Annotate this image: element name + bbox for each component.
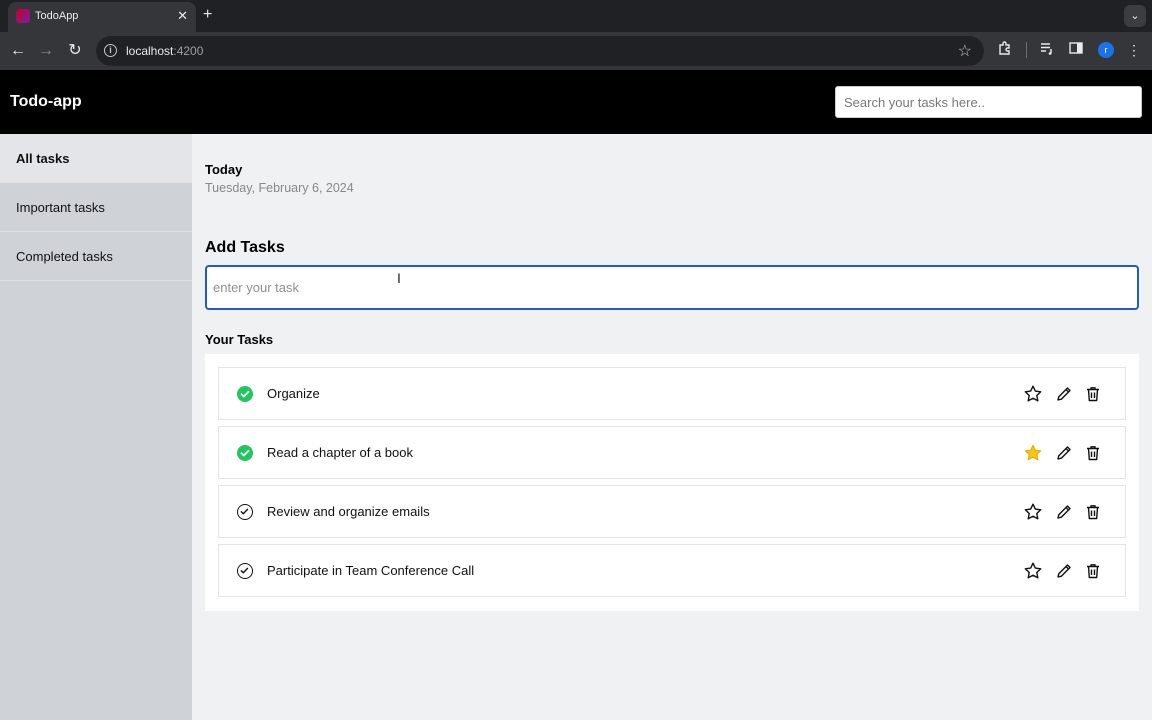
star-icon[interactable] <box>1023 561 1043 581</box>
new-tab-icon[interactable]: + <box>203 6 212 24</box>
edit-pencil-icon[interactable] <box>1054 502 1074 522</box>
edit-pencil-icon[interactable] <box>1054 561 1074 581</box>
tab-search-chevron-icon[interactable]: ⌄ <box>1124 5 1146 27</box>
task-text: Participate in Team Conference Call <box>267 563 475 578</box>
task-row: Read a chapter of a book <box>218 426 1126 479</box>
sidebar-item-all-tasks[interactable]: All tasks <box>0 134 192 183</box>
completed-check-icon[interactable] <box>237 386 253 402</box>
trash-icon[interactable] <box>1083 561 1103 581</box>
edit-pencil-icon[interactable] <box>1054 384 1074 404</box>
task-row: Participate in Team Conference Call <box>218 544 1126 597</box>
current-date: Tuesday, February 6, 2024 <box>205 181 354 195</box>
search-input[interactable] <box>835 86 1142 118</box>
back-arrow-icon[interactable]: ← <box>7 40 29 62</box>
completed-check-icon[interactable] <box>237 445 253 461</box>
browser-tab-strip: TodoApp ✕ + ⌄ <box>0 0 1152 32</box>
app-header: Todo-app <box>0 70 1152 134</box>
app-brand[interactable]: Todo-app <box>10 93 82 111</box>
trash-icon[interactable] <box>1083 384 1103 404</box>
address-bar[interactable]: i localhost:4200 ☆ <box>96 36 984 66</box>
incomplete-check-icon[interactable] <box>237 563 253 579</box>
task-row: Review and organize emails <box>218 485 1126 538</box>
your-tasks-heading: Your Tasks <box>205 332 274 347</box>
today-heading: Today <box>205 162 243 177</box>
edit-pencil-icon[interactable] <box>1054 443 1074 463</box>
extensions-puzzle-icon[interactable] <box>995 40 1015 60</box>
profile-avatar[interactable]: r <box>1098 42 1114 58</box>
main-content: Today Tuesday, February 6, 2024 Add Task… <box>192 134 1152 720</box>
media-queue-icon[interactable] <box>1037 40 1057 60</box>
trash-icon[interactable] <box>1083 502 1103 522</box>
new-task-input[interactable] <box>205 265 1139 310</box>
task-text: Review and organize emails <box>267 504 430 519</box>
star-filled-icon[interactable] <box>1023 443 1043 463</box>
url-text: localhost:4200 <box>126 44 204 58</box>
browser-tab[interactable]: TodoApp ✕ <box>8 2 196 32</box>
text-cursor-icon: I <box>397 270 401 286</box>
task-text: Read a chapter of a book <box>267 445 413 460</box>
reload-icon[interactable]: ↻ <box>64 40 86 62</box>
browser-toolbar: ← → ↻ i localhost:4200 ☆ ⋮ <box>0 32 1152 70</box>
sidebar: All tasks Important tasks Completed task… <box>0 134 192 720</box>
angular-favicon-icon <box>16 9 30 23</box>
trash-icon[interactable] <box>1083 443 1103 463</box>
task-row: Organize <box>218 367 1126 420</box>
toolbar-divider <box>1026 42 1027 58</box>
task-list: Organize Read a chapter of a book Review… <box>205 354 1139 611</box>
side-panel-icon[interactable] <box>1066 40 1086 60</box>
close-tab-icon[interactable]: ✕ <box>177 8 188 24</box>
site-info-icon[interactable]: i <box>104 44 117 57</box>
browser-menu-icon[interactable]: ⋮ <box>1124 40 1144 60</box>
sidebar-item-completed-tasks[interactable]: Completed tasks <box>0 232 192 281</box>
add-tasks-heading: Add Tasks <box>205 239 285 256</box>
sidebar-item-important-tasks[interactable]: Important tasks <box>0 183 192 232</box>
forward-arrow-icon[interactable]: → <box>35 40 57 62</box>
bookmark-star-icon[interactable]: ☆ <box>958 41 972 61</box>
incomplete-check-icon[interactable] <box>237 504 253 520</box>
task-text: Organize <box>267 386 320 401</box>
tab-title: TodoApp <box>35 10 79 22</box>
star-icon[interactable] <box>1023 384 1043 404</box>
star-icon[interactable] <box>1023 502 1043 522</box>
